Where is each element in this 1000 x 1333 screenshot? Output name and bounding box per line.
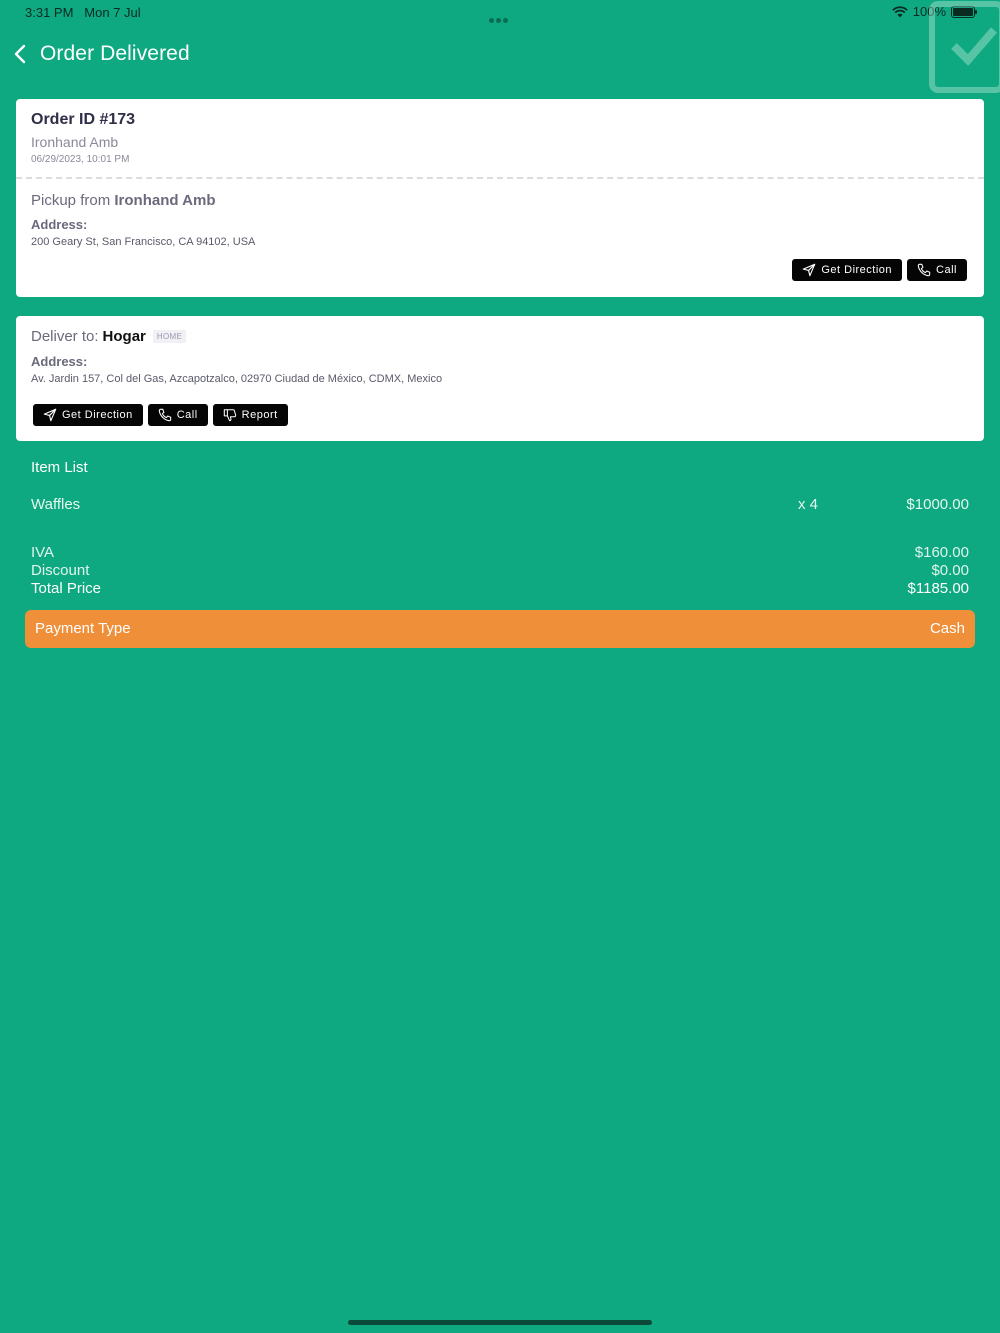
order-store: Ironhand Amb xyxy=(31,134,119,150)
address-type-badge: HOME xyxy=(152,330,187,343)
iva-value: $160.00 xyxy=(914,544,969,561)
pickup-actions: Get Direction Call xyxy=(792,259,967,281)
deliver-name: Hogar xyxy=(102,328,146,345)
pickup-name: Ironhand Amb xyxy=(114,192,216,209)
iva-label: IVA xyxy=(31,544,55,561)
status-time: 3:31 PM Mon 7 Jul xyxy=(25,5,141,20)
payment-type-value: Cash xyxy=(929,620,965,637)
divider xyxy=(16,177,984,179)
deliver-card: Deliver to: Hogar HOME Address: Av. Jard… xyxy=(16,316,984,441)
button-label: Call xyxy=(176,409,198,421)
deliver-address: Av. Jardin 157, Col del Gas, Azcapotzalc… xyxy=(31,373,443,385)
navigation-arrow-icon xyxy=(43,408,57,422)
deliver-call-button[interactable]: Call xyxy=(147,404,208,426)
button-label: Call xyxy=(936,264,957,276)
deliver-actions: Get Direction Call Report xyxy=(33,404,288,426)
phone-icon xyxy=(158,408,171,422)
total-value: $1185.00 xyxy=(907,580,969,597)
thumbs-down-icon xyxy=(223,409,236,422)
pickup-get-direction-button[interactable]: Get Direction xyxy=(792,259,903,281)
chevron-left-icon[interactable] xyxy=(14,42,30,66)
payment-type-label: Payment Type xyxy=(35,620,131,637)
button-label: Report xyxy=(241,409,278,421)
deliver-get-direction-button[interactable]: Get Direction xyxy=(33,404,143,426)
address-label: Address: xyxy=(31,217,88,232)
clipboard-check-icon xyxy=(929,1,1000,93)
address-label: Address: xyxy=(31,354,88,369)
home-indicator[interactable] xyxy=(348,1320,652,1325)
report-button[interactable]: Report xyxy=(212,404,288,426)
pickup-address: 200 Geary St, San Francisco, CA 94102, U… xyxy=(31,236,256,248)
wifi-icon xyxy=(892,5,908,17)
button-label: Get Direction xyxy=(62,409,133,421)
total-label: Total Price xyxy=(31,580,102,597)
button-label: Get Direction xyxy=(821,264,893,276)
page-header: Order Delivered xyxy=(14,42,190,66)
item-quantity: x 4 xyxy=(798,496,819,513)
deliver-prefix: Deliver to: xyxy=(31,328,99,345)
pickup-prefix: Pickup from xyxy=(31,192,111,209)
discount-value: $0.00 xyxy=(931,562,969,579)
order-date: 06/29/2023, 10:01 PM xyxy=(31,154,130,165)
status-bar: 3:31 PM Mon 7 Jul 100% xyxy=(0,0,1000,24)
order-id: Order ID #173 xyxy=(31,111,136,128)
pickup-line: Pickup from Ironhand Amb xyxy=(31,192,215,209)
page-title: Order Delivered xyxy=(40,42,190,65)
item-list-heading: Item List xyxy=(31,459,88,476)
item-name: Waffles xyxy=(31,496,81,513)
navigation-arrow-icon xyxy=(803,263,816,277)
phone-icon xyxy=(917,263,931,277)
discount-label: Discount xyxy=(31,562,90,579)
multitask-dots-icon[interactable] xyxy=(489,10,511,23)
pickup-call-button[interactable]: Call xyxy=(907,259,967,281)
pickup-card: Order ID #173 Ironhand Amb 06/29/2023, 1… xyxy=(16,99,984,297)
item-price: $1000.00 xyxy=(906,496,969,513)
deliver-line: Deliver to: Hogar HOME xyxy=(31,328,187,345)
payment-type-bar: Payment Type Cash xyxy=(25,610,975,648)
